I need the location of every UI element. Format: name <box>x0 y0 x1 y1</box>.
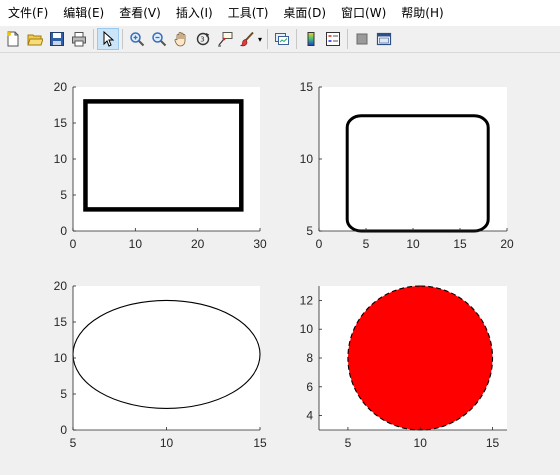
menu-bar: 文件(F) 编辑(E) 查看(V) 插入(I) 工具(T) 桌面(D) 窗口(W… <box>0 0 560 26</box>
y-tick-label: 10 <box>300 152 314 166</box>
menu-file[interactable]: 文件(F) <box>0 0 55 26</box>
x-tick-label: 15 <box>453 237 467 251</box>
y-tick-label: 0 <box>60 423 67 437</box>
menu-edit[interactable]: 编辑(E) <box>55 0 111 26</box>
toolbar-separator <box>267 29 269 49</box>
toolbar-separator <box>347 29 349 49</box>
y-tick-label: 5 <box>60 387 67 401</box>
y-tick-label: 5 <box>60 188 67 202</box>
y-tick-label: 10 <box>300 322 314 336</box>
data-cursor-button[interactable] <box>214 28 236 50</box>
menu-help[interactable]: 帮助(H) <box>393 0 450 26</box>
zoom-out-button[interactable] <box>148 28 170 50</box>
y-tick-label: 0 <box>60 224 67 238</box>
new-file-icon <box>7 31 19 47</box>
zoom-in-icon <box>130 32 145 47</box>
save-button[interactable] <box>46 28 68 50</box>
y-tick-label: 20 <box>54 279 68 293</box>
new-file-button[interactable] <box>2 28 24 50</box>
y-tick-label: 4 <box>306 409 313 423</box>
x-tick-label: 10 <box>406 237 420 251</box>
select-arrow-icon <box>103 31 115 47</box>
brush-button[interactable] <box>236 28 258 50</box>
hide-plot-tools-button[interactable] <box>351 28 373 50</box>
link-plot-icon <box>275 33 290 45</box>
x-tick-label: 5 <box>70 436 77 450</box>
figure-svg: 0 10 20 30051015200 5 10 15 20510155 10 150510152… <box>54 80 514 450</box>
brush-icon <box>240 31 254 47</box>
x-tick-label: 10 <box>160 436 174 450</box>
brush-dropdown-arrow[interactable]: ▾ <box>258 35 262 44</box>
print-button[interactable] <box>68 28 90 50</box>
figure-canvas: 0 10 20 30 0 5 10 15 20 0 5 10 15 20 5 10 15 5 10 15 0 5 10 15 2… <box>0 54 560 475</box>
axes-4[interactable]: 5 10 15 4 6 8 10 12 <box>300 285 507 450</box>
hide-plot-tools-icon <box>356 33 368 45</box>
axes-1[interactable]: 0 10 20 30 0 5 10 15 20 <box>54 80 267 251</box>
y-tick-label: 10 <box>54 351 68 365</box>
menu-tools[interactable]: 工具(T) <box>220 0 276 26</box>
toolbar-separator <box>296 29 298 49</box>
svg-text:3: 3 <box>200 36 204 44</box>
menu-view[interactable]: 查看(V) <box>111 0 168 26</box>
y-tick-label: 6 <box>306 380 313 394</box>
axes-3[interactable]: 5 10 1505101520 <box>54 279 267 450</box>
zoom-in-button[interactable] <box>126 28 148 50</box>
legend-button[interactable] <box>322 28 344 50</box>
y-tick-label: 10 <box>54 152 68 166</box>
x-tick-label: 10 <box>414 436 428 450</box>
x-tick-label: 30 <box>253 237 267 251</box>
toolbar-separator <box>93 29 94 49</box>
y-tick-label: 15 <box>54 116 68 130</box>
rotate-3d-button[interactable]: 3 <box>192 28 214 50</box>
y-tick-label: 12 <box>300 293 314 307</box>
print-icon <box>72 32 86 47</box>
menu-window[interactable]: 窗口(W) <box>333 0 393 26</box>
menu-insert[interactable]: 插入(I) <box>168 0 220 26</box>
open-button[interactable] <box>24 28 46 50</box>
colorbar-button[interactable] <box>300 28 322 50</box>
x-tick-label: 0 <box>70 237 77 251</box>
rotate-3d-icon: 3 <box>196 32 210 46</box>
x-tick-label: 5 <box>345 436 352 450</box>
x-tick-label: 15 <box>253 436 267 450</box>
data-cursor-icon <box>218 32 233 47</box>
link-plot-button[interactable] <box>271 28 293 50</box>
x-tick-label: 0 <box>316 237 323 251</box>
pan-button[interactable] <box>170 28 192 50</box>
show-plot-tools-button[interactable] <box>373 28 395 50</box>
x-tick-label: 20 <box>500 237 514 251</box>
show-plot-tools-icon <box>376 32 392 46</box>
zoom-out-icon <box>152 32 167 47</box>
y-tick-label: 15 <box>54 315 68 329</box>
open-folder-icon <box>27 34 43 46</box>
x-tick-label: 15 <box>486 436 500 450</box>
x-tick-label: 10 <box>129 237 143 251</box>
pan-hand-icon <box>174 32 186 47</box>
y-tick-label: 5 <box>306 224 313 238</box>
figure-toolbar: 3 ▾ <box>0 26 560 53</box>
save-icon <box>50 32 64 46</box>
select-button[interactable] <box>97 28 119 50</box>
y-tick-label: 20 <box>54 80 68 94</box>
circle-shape <box>347 285 494 431</box>
toolbar-separator <box>122 29 123 49</box>
menu-desktop[interactable]: 桌面(D) <box>275 0 333 26</box>
axes-2[interactable]: 0 5 10 15 2051015 <box>300 80 514 251</box>
x-tick-label: 5 <box>363 237 370 251</box>
legend-icon <box>326 32 341 46</box>
x-tick-label: 20 <box>191 237 205 251</box>
y-tick-label: 8 <box>306 351 313 365</box>
y-tick-label: 15 <box>300 80 314 94</box>
colorbar-icon <box>307 32 315 46</box>
